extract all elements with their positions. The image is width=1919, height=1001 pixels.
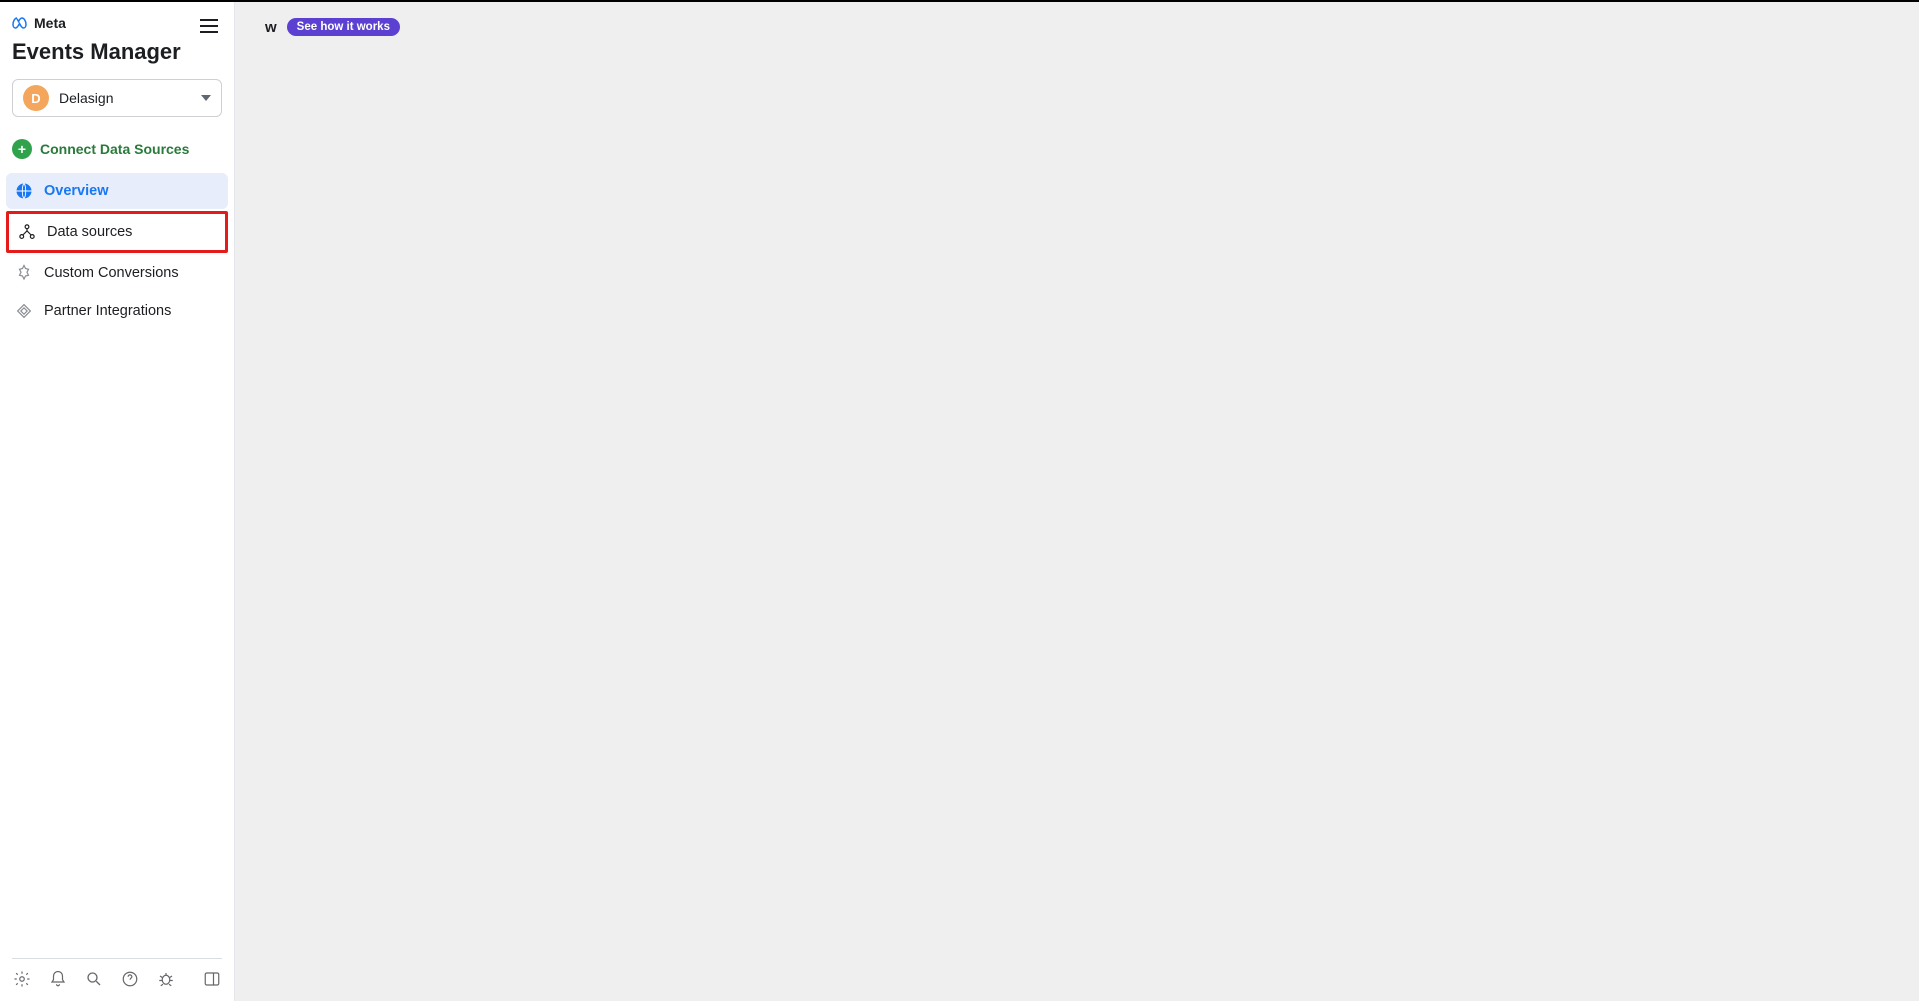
nav-item-partner-integrations[interactable]: Partner Integrations [6, 293, 228, 329]
panel-icon[interactable] [202, 969, 222, 989]
avatar: D [23, 85, 49, 111]
nav-label: Custom Conversions [44, 265, 179, 281]
nav-item-data-sources[interactable]: Data sources [9, 214, 225, 250]
see-how-it-works-pill[interactable]: See how it works [287, 18, 400, 36]
nav-label: Partner Integrations [44, 303, 171, 319]
account-selector[interactable]: D Delasign [12, 79, 222, 117]
globe-icon [14, 181, 34, 201]
main-content: w See how it works [235, 2, 1919, 1001]
nodes-icon [17, 222, 37, 242]
plus-icon: + [12, 139, 32, 159]
partial-header-text: w [265, 19, 277, 36]
account-name: Delasign [59, 90, 201, 106]
page-title: Events Manager [12, 39, 222, 65]
nav-label: Data sources [47, 224, 132, 240]
bell-icon[interactable] [48, 969, 68, 989]
hamburger-menu-icon[interactable] [200, 14, 224, 38]
brand-row: Meta [12, 15, 222, 31]
chevron-down-icon [201, 95, 211, 101]
settings-icon[interactable] [12, 969, 32, 989]
bug-icon[interactable] [156, 969, 176, 989]
annotation-highlight-box: Data sources [6, 211, 228, 253]
help-icon[interactable] [120, 969, 140, 989]
star-badge-icon [14, 263, 34, 283]
top-bar: w See how it works [265, 18, 400, 36]
connect-data-sources-button[interactable]: + Connect Data Sources [0, 131, 234, 173]
connect-label: Connect Data Sources [40, 141, 189, 157]
nav-item-overview[interactable]: Overview [6, 173, 228, 209]
search-icon[interactable] [84, 969, 104, 989]
nav-list: Overview Data sources Custom Conversions [0, 173, 234, 331]
sidebar-footer [12, 958, 222, 1001]
sidebar-header: Meta Events Manager [0, 2, 234, 73]
brand-text: Meta [34, 15, 66, 31]
meta-logo-icon [12, 17, 30, 29]
nav-item-custom-conversions[interactable]: Custom Conversions [6, 255, 228, 291]
nav-label: Overview [44, 183, 109, 199]
sidebar: Meta Events Manager D Delasign + Connect… [0, 2, 235, 1001]
diamond-icon [14, 301, 34, 321]
